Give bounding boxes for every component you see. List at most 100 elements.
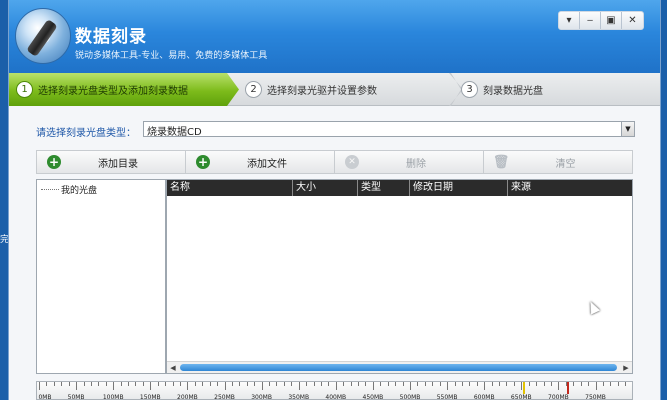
column-type[interactable]: 类型 (358, 180, 410, 196)
ruler-label: 100MB (102, 394, 124, 400)
wizard-steps: 1 选择刻录光盘类型及添加刻录数据 2 选择刻录光驱并设置参数 3 刻录数据光盘 (9, 73, 660, 106)
ruler-minor-tick (320, 382, 322, 386)
step-label: 刻录数据光盘 (483, 86, 543, 97)
ruler-minor-tick (469, 382, 471, 386)
step-label: 选择刻录光驱并设置参数 (267, 86, 377, 97)
ruler-label: 550MB (436, 394, 458, 400)
ruler-minor-tick (343, 382, 345, 386)
ruler-minor-tick (417, 382, 419, 386)
scroll-right-icon[interactable]: ▶ (620, 362, 632, 373)
ruler-minor-tick (499, 382, 501, 386)
app-subtitle: 锐动多媒体工具-专业、易用、免费的多媒体工具 (75, 51, 268, 61)
ruler-label: 500MB (399, 394, 421, 400)
column-modified-date[interactable]: 修改日期 (410, 180, 508, 196)
ruler-minor-tick (387, 382, 389, 386)
add-file-button[interactable]: + 添加文件 (186, 151, 335, 173)
ruler-minor-tick (157, 382, 159, 386)
ruler-minor-tick (358, 382, 360, 386)
ruler-major-tick (150, 382, 152, 390)
ruler-major-tick (484, 382, 486, 390)
ruler-minor-tick (217, 382, 219, 386)
title-header: 数据刻录 锐动多媒体工具-专业、易用、免费的多媒体工具 ▾ ‒ ▣ ✕ (9, 0, 660, 73)
ruler-minor-tick (105, 382, 107, 386)
ruler-minor-tick (454, 382, 456, 386)
ruler-minor-tick (513, 382, 515, 386)
clear-label: 清空 (555, 158, 576, 170)
ruler-minor-tick (528, 382, 530, 386)
clear-button[interactable]: 🗑 清空 (484, 151, 633, 173)
horizontal-scrollbar[interactable]: ◀ ▶ (167, 361, 632, 373)
ruler-minor-tick (83, 382, 85, 386)
chevron-down-icon[interactable]: ▼ (621, 122, 634, 136)
ruler-minor-tick (625, 382, 627, 386)
maximize-icon[interactable]: ▣ (601, 12, 622, 29)
ruler-minor-tick (602, 382, 604, 386)
ruler-minor-tick (350, 382, 352, 386)
ruler-major-tick (224, 382, 226, 390)
ruler-minor-tick (142, 382, 144, 386)
add-folder-label: 添加目录 (98, 158, 138, 170)
ruler-label: 200MB (177, 394, 198, 400)
ruler-minor-tick (580, 382, 582, 386)
ruler-major-tick (372, 382, 374, 390)
ruler-minor-tick (254, 382, 256, 386)
ruler-minor-tick (276, 382, 278, 386)
close-icon[interactable]: ✕ (622, 12, 643, 29)
ruler-minor-tick (424, 382, 426, 386)
window-controls: ▾ ‒ ▣ ✕ (558, 11, 644, 30)
ruler-minor-tick (617, 382, 619, 386)
ruler-label: 50MB (67, 394, 85, 400)
ruler-minor-tick (269, 382, 271, 386)
disc-type-label: 请选择刻录光盘类型： (36, 128, 136, 139)
ruler-major-tick (447, 382, 449, 390)
ruler-minor-tick (328, 382, 330, 386)
ruler-major-tick (298, 382, 300, 390)
ruler-label: 400MB (325, 394, 347, 400)
ruler-minor-tick (506, 382, 508, 386)
step-2-select-drive[interactable]: 2 选择刻录光驱并设置参数 (245, 73, 445, 106)
step-number: 2 (245, 81, 262, 98)
step-1-select-disc-type[interactable]: 1 选择刻录光盘类型及添加刻录数据 (9, 73, 239, 106)
ruler-minor-tick (588, 382, 590, 386)
disc-type-select[interactable]: 烧录数据CD ▼ (143, 121, 635, 138)
delete-button[interactable]: ✕ 删除 (335, 151, 484, 173)
column-name[interactable]: 名称 (167, 180, 293, 196)
step-3-burn-disc[interactable]: 3 刻录数据光盘 (461, 73, 641, 106)
ruler-minor-tick (202, 382, 204, 386)
scroll-left-icon[interactable]: ◀ (167, 362, 179, 373)
ruler-label: 700MB (548, 394, 569, 400)
minimize-icon[interactable]: ‒ (580, 12, 601, 29)
ruler-minor-tick (432, 382, 434, 386)
ruler-label: 300MB (251, 394, 272, 400)
ruler-minor-tick (402, 382, 404, 386)
ruler-major-tick (113, 382, 115, 390)
ruler-minor-tick (209, 382, 211, 386)
ruler-label: 350MB (288, 394, 310, 400)
ruler-label: 650MB (510, 394, 532, 400)
ruler-label: 750MB (585, 394, 606, 400)
disc-type-value: 烧录数据CD (147, 127, 202, 138)
ruler-label: 0MB (38, 394, 52, 400)
disc-tree-panel[interactable]: 我的光盘 (36, 179, 166, 374)
ruler-label: 600MB (473, 394, 495, 400)
add-folder-button[interactable]: + 添加目录 (37, 151, 186, 173)
ruler-minor-tick (53, 382, 55, 386)
ruler-minor-tick (283, 382, 285, 386)
ruler-minor-tick (172, 382, 174, 386)
tree-node-my-disc[interactable]: 我的光盘 (41, 183, 97, 196)
ruler-minor-tick (68, 382, 70, 386)
ruler-minor-tick (439, 382, 441, 386)
column-size[interactable]: 大小 (293, 180, 358, 196)
tree-node-label: 我的光盘 (61, 186, 98, 196)
column-source[interactable]: 来源 (508, 180, 632, 196)
disc-logo-icon (15, 8, 71, 64)
file-toolbar: + 添加目录 + 添加文件 ✕ 删除 🗑 清空 (36, 150, 633, 174)
ruler-minor-tick (231, 382, 233, 386)
menu-dropdown-icon[interactable]: ▾ (559, 12, 580, 29)
scrollbar-thumb[interactable] (180, 364, 617, 371)
ruler-minor-tick (46, 382, 48, 386)
file-list[interactable]: 名称 大小 类型 修改日期 来源 ◀ ▶ (166, 179, 633, 374)
ruler-minor-tick (61, 382, 63, 386)
ruler-minor-tick (573, 382, 575, 386)
ruler-minor-tick (98, 382, 100, 386)
